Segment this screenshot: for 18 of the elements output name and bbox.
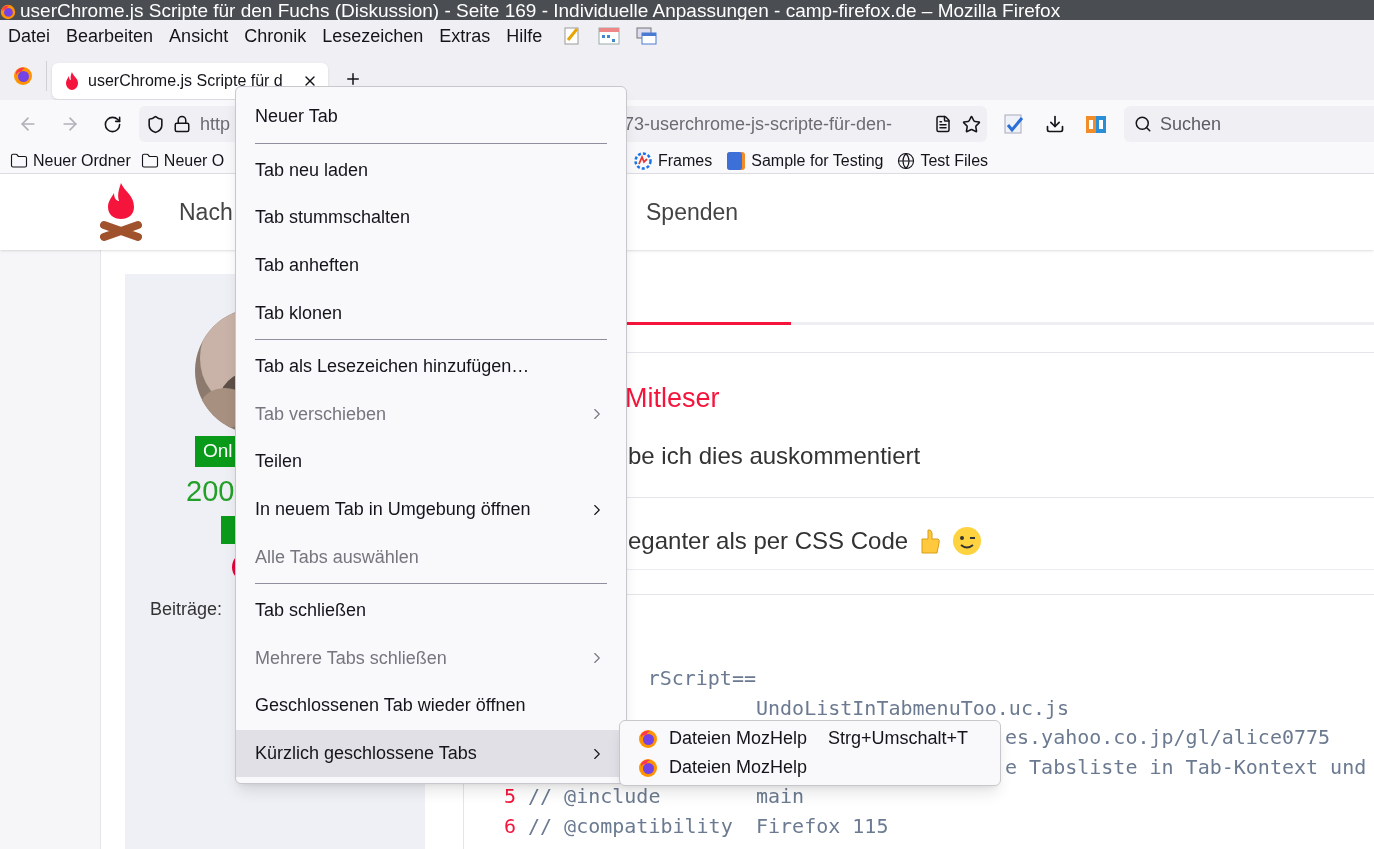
url-text: http <box>200 112 232 136</box>
code-text: UndoListInTabmenuToo.uc.js <box>756 694 1070 722</box>
points-count: 200 <box>186 476 235 506</box>
tab-title: userChrome.js Scripte für d <box>88 71 284 91</box>
code-text: Firefox 115 <box>756 812 889 840</box>
code-text: // @compatibility <box>528 812 734 840</box>
post-text: be ich dies auskommentiert <box>628 441 921 471</box>
url-text: 73-userchrome-js-scripte-für-den- <box>624 112 893 136</box>
post-title: Mitleser <box>625 382 720 415</box>
code-text: es.yahoo.co.jp/gl/alice0775 <box>1005 724 1331 751</box>
line-number: 5 <box>504 783 518 810</box>
posts-label: Beiträge: <box>150 597 223 621</box>
code-text: main <box>756 783 805 810</box>
code-text: // @include <box>528 783 662 810</box>
post-text: eganter als per CSS Code <box>628 526 909 556</box>
code-text: rScript== <box>646 665 756 692</box>
code-text: e Tabsliste in Tab-Kontext und <box>1005 753 1367 781</box>
line-number: 6 <box>504 812 518 840</box>
